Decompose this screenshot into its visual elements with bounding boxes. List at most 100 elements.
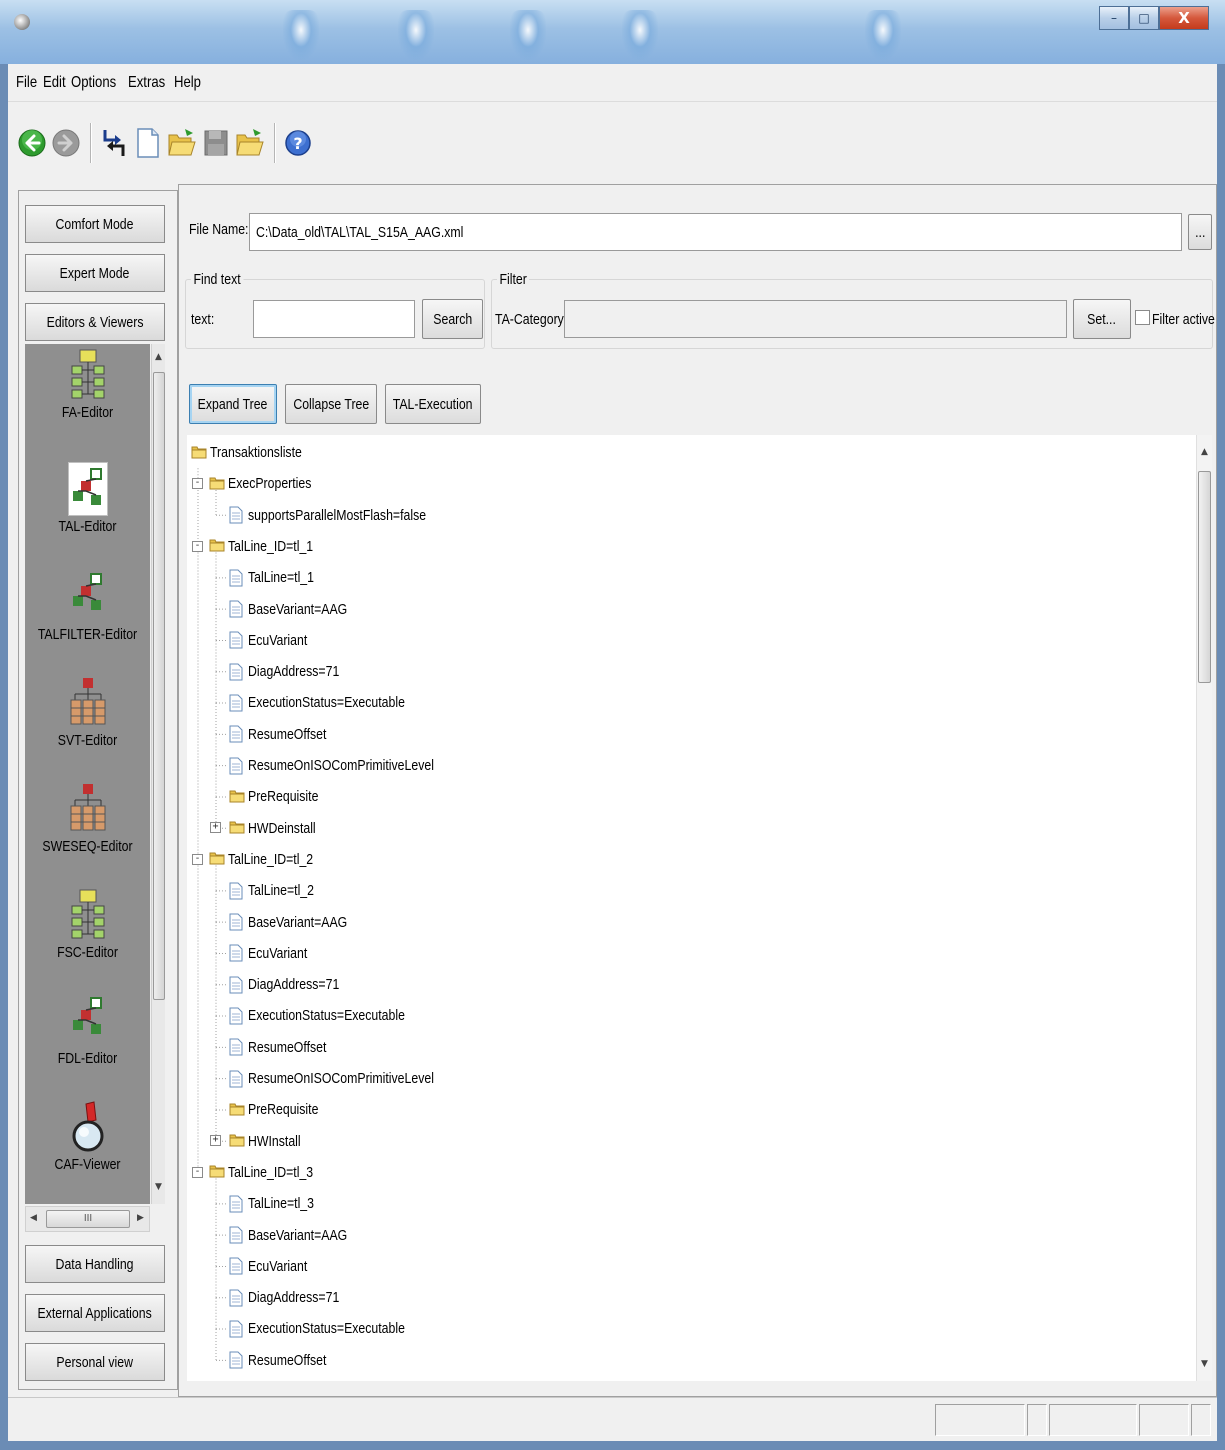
tree-leaf-node[interactable]: EcuVariant [229,938,320,969]
tree-folder-node[interactable]: TalLine_ID=tl_3 [209,1157,332,1188]
editor-fdl[interactable]: FDL-Editor [25,994,150,1067]
editor-svt[interactable]: SVT-Editor [25,676,150,749]
tree-folder-node[interactable]: PreRequisite [229,781,334,812]
open-folder-icon[interactable] [166,125,198,161]
tree-folder-node[interactable]: TalLine_ID=tl_2 [209,844,332,875]
tree-leaf-node[interactable]: DiagAddress=71 [229,656,359,687]
scroll-right-icon[interactable]: ▶ [137,1213,144,1223]
tree-leaf-node[interactable]: DiagAddress=71 [229,969,359,1000]
tree-node-label: TalLine=tl_2 [248,882,314,900]
data-handling-button[interactable]: Data Handling [25,1245,165,1283]
tree-leaf-node[interactable]: TalLine=tl_3 [229,1188,328,1219]
editor-fsc[interactable]: FSC-Editor [25,888,150,961]
tree-leaf-node[interactable]: TalLine=tl_2 [229,875,328,906]
editor-fa[interactable]: FA-Editor [25,348,150,421]
collapse-node-icon[interactable]: - [192,477,203,489]
scroll-up-icon[interactable]: ▲ [155,352,162,362]
tree-leaf-node[interactable]: ResumeOffset [229,1345,344,1376]
editor-list-vscrollbar[interactable]: ▲ ▼ [151,344,165,1204]
find-text-input[interactable] [253,300,415,338]
tree-leaf-node[interactable]: EcuVariant [229,1251,320,1282]
collapse-tree-button[interactable]: Collapse Tree [285,384,377,424]
expand-node-icon[interactable]: + [210,1135,221,1147]
tree-node-label: ExecProperties [228,475,312,493]
editor-caf[interactable]: CAF-Viewer [25,1100,150,1173]
tree-leaf-node[interactable]: BaseVariant=AAG [229,1220,369,1251]
ta-category-field[interactable] [564,300,1067,338]
editors-viewers-button[interactable]: Editors & Viewers [25,303,165,341]
collapse-node-icon[interactable]: - [192,540,203,552]
tree-node-label: ResumeOnISOComPrimitiveLevel [248,1070,434,1087]
new-file-icon[interactable] [132,125,164,161]
tree-leaf-node[interactable]: ExecutionStatus=Executable [229,1313,439,1344]
tree-leaf-node[interactable]: supportsParallelMostFlash=false [229,500,465,531]
status-bar [8,1397,1217,1441]
tree-leaf-node[interactable]: DiagAddress=71 [229,1282,359,1313]
save-icon[interactable] [200,125,232,161]
open-folder-icon[interactable] [234,125,266,161]
maximize-button[interactable]: □ [1129,6,1159,30]
editor-list-hscrollbar[interactable]: ◀ III ▶ [25,1206,150,1232]
expand-node-icon[interactable]: + [210,822,221,834]
scroll-thumb[interactable] [1198,471,1211,683]
toolbar-separator [274,123,276,163]
tree-folder-node[interactable]: Transaktionsliste [191,437,322,468]
editor-talfilter[interactable]: TALFILTER-Editor [25,570,150,643]
tree-folder-node[interactable]: PreRequisite [229,1094,334,1125]
scroll-thumb[interactable]: III [46,1210,130,1228]
tree-leaf-node[interactable]: TalLine=tl_1 [229,562,328,593]
expand-tree-button[interactable]: Expand Tree [189,384,277,424]
menu-options[interactable]: Options [71,74,116,92]
tree-leaf-node[interactable]: ResumeOnISOComPrimitiveLevel [229,750,475,781]
tree-node-label: BaseVariant=AAG [248,913,348,931]
folder-icon [229,819,245,837]
app-icon[interactable] [14,14,30,30]
tree-leaf-node[interactable]: ResumeOffset [229,1032,344,1063]
tree-folder-node[interactable]: ExecProperties [209,468,330,499]
tal-execution-button[interactable]: TAL-Execution [385,384,481,424]
forward-icon[interactable] [50,125,82,161]
search-button[interactable]: Search [422,299,483,339]
collapse-node-icon[interactable]: - [192,853,203,865]
close-button[interactable]: X [1159,6,1209,30]
tree-vscrollbar[interactable]: ▲ ▼ [1196,435,1212,1381]
minimize-button[interactable]: – [1099,6,1129,30]
file-icon [229,1351,245,1369]
filter-active-checkbox[interactable] [1135,310,1150,325]
tree-leaf-node[interactable]: ExecutionStatus=Executable [229,687,439,718]
editor-tal[interactable]: TAL-Editor [25,462,150,535]
personal-view-button[interactable]: Personal view [25,1343,165,1381]
scroll-thumb[interactable] [153,372,165,1000]
tree-leaf-node[interactable]: ResumeOnISOComPrimitiveLevel [229,1063,475,1094]
tree-leaf-node[interactable]: ExecutionStatus=Executable [229,1000,439,1031]
tree-folder-node[interactable]: HWDeinstall [229,813,331,844]
comfort-mode-button[interactable]: Comfort Mode [25,205,165,243]
back-icon[interactable] [16,125,48,161]
browse-button[interactable]: ... [1188,214,1212,250]
collapse-node-icon[interactable]: - [192,1166,203,1178]
swap-icon[interactable] [98,125,130,161]
scroll-up-icon[interactable]: ▲ [1201,447,1208,457]
set-filter-button[interactable]: Set... [1073,299,1131,339]
scroll-down-icon[interactable]: ▼ [1201,1359,1208,1369]
file-name-field[interactable]: C:\Data_old\TAL\TAL_S15A_AAG.xml [249,213,1182,251]
menu-edit[interactable]: Edit [43,74,66,92]
menu-extras[interactable]: Extras [128,74,165,92]
tree-folder-node[interactable]: HWInstall [229,1126,312,1157]
menu-help[interactable]: Help [174,74,201,92]
tree-leaf-node[interactable]: BaseVariant=AAG [229,594,369,625]
scroll-left-icon[interactable]: ◀ [30,1213,37,1223]
tree-leaf-node[interactable]: EcuVariant [229,625,320,656]
file-icon [229,882,245,900]
scroll-down-icon[interactable]: ▼ [155,1182,162,1192]
editor-sweseq[interactable]: SWESEQ-Editor [25,782,150,855]
tree-folder-node[interactable]: TalLine_ID=tl_1 [209,531,332,562]
tree-node-label: TalLine_ID=tl_2 [228,850,314,868]
help-icon[interactable]: ? [282,125,314,161]
tree-leaf-node[interactable]: ResumeOffset [229,719,344,750]
expert-mode-button[interactable]: Expert Mode [25,254,165,292]
tree-node-label: PreRequisite [248,788,319,806]
external-applications-button[interactable]: External Applications [25,1294,165,1332]
tree-leaf-node[interactable]: BaseVariant=AAG [229,907,369,938]
menu-file[interactable]: File [16,74,37,92]
